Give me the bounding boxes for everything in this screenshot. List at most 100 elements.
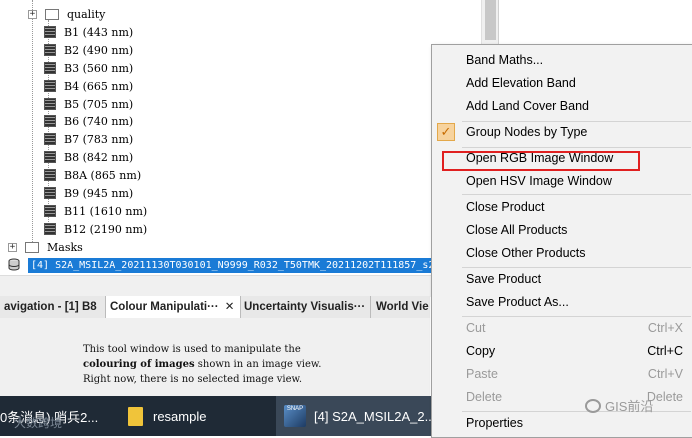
band-icon	[44, 62, 56, 74]
tree-node-label: quality	[67, 7, 106, 21]
tool-window-tabbar: avigation - [1] B8 Colour Manipulati··· …	[0, 296, 430, 319]
taskbar-item-snap[interactable]: SNAP [4] S2A_MSIL2A_2...	[276, 396, 438, 436]
band-label: B7 (783 nm)	[64, 132, 134, 146]
tab-label: Uncertainty Visualis···	[244, 301, 366, 313]
watermark: GIS前沿	[585, 396, 653, 415]
tree-node-band[interactable]: B9 (945 nm)	[44, 184, 133, 202]
expand-icon[interactable]: +	[28, 9, 37, 19]
tree-node-band[interactable]: B5 (705 nm)	[44, 95, 133, 113]
menu-item-close-all-products[interactable]: Close All Products	[432, 219, 692, 241]
tree-node-band[interactable]: B1 (443 nm)	[44, 23, 133, 41]
close-icon[interactable]: ✕	[225, 296, 235, 318]
menu-item-shortcut: Ctrl+C	[647, 344, 683, 358]
os-taskbar: 0条消息) 哨兵2... resample SNAP [4] S2A_MSIL2…	[0, 396, 438, 436]
menu-item-label: Add Land Cover Band	[466, 99, 590, 113]
menu-item-add-land-cover-band[interactable]: Add Land Cover Band	[432, 95, 692, 117]
band-label: B8 (842 nm)	[64, 150, 134, 164]
tree-node-label: Masks	[47, 240, 83, 254]
menu-item-label: Cut	[466, 321, 486, 335]
band-label: B11 (1610 nm)	[64, 204, 148, 218]
band-icon	[44, 223, 56, 235]
tree-node-band[interactable]: B8A (865 nm)	[44, 166, 141, 184]
tree-node-quality[interactable]: + quality	[28, 5, 105, 23]
menu-item-open-rgb-image-window[interactable]: Open RGB Image Window	[432, 147, 692, 169]
tab-navigation[interactable]: avigation - [1] B8	[0, 296, 106, 318]
band-label: B3 (560 nm)	[64, 61, 134, 75]
watermark-text: 大数跨境	[14, 416, 63, 430]
band-icon	[44, 80, 56, 92]
menu-item-label: Add Elevation Band	[466, 76, 576, 90]
menu-item-band-maths[interactable]: Band Maths...	[432, 49, 692, 71]
menu-item-copy[interactable]: Copy Ctrl+C	[432, 340, 692, 362]
menu-item-label: Copy	[466, 344, 496, 358]
band-label: B4 (665 nm)	[64, 79, 134, 93]
colour-manipulation-panel: This tool window is used to manipulate t…	[0, 318, 430, 396]
band-icon	[44, 169, 56, 181]
menu-item-label: Properties	[466, 416, 523, 430]
scrollbar-thumb[interactable]	[485, 0, 496, 40]
band-label: B6 (740 nm)	[64, 114, 134, 128]
menu-item-label: Delete	[466, 390, 503, 404]
help-text-line: colouring of images shown in an image vi…	[83, 359, 321, 370]
selected-product-row[interactable]: [4] S2A_MSIL2A_20211130T030101_N9999_R03…	[28, 258, 481, 273]
help-text-line: Right now, there is no selected image vi…	[83, 374, 303, 385]
menu-separator	[462, 194, 691, 195]
band-icon	[44, 151, 56, 163]
menu-item-close-product[interactable]: Close Product	[432, 196, 692, 218]
tree-node-band[interactable]: B11 (1610 nm)	[44, 202, 147, 220]
menu-item-save-product[interactable]: Save Product	[432, 268, 692, 290]
folder-icon	[25, 241, 39, 253]
tab-world-view[interactable]: World Vie	[372, 296, 434, 318]
band-icon	[44, 115, 56, 127]
tree-node-masks[interactable]: + Masks	[8, 238, 83, 256]
band-label: B9 (945 nm)	[64, 186, 134, 200]
product-database-icon	[8, 258, 20, 271]
tree-node-band[interactable]: B8 (842 nm)	[44, 148, 133, 166]
menu-item-shortcut: Ctrl+X	[647, 321, 683, 335]
taskbar-item-explorer[interactable]: resample	[120, 396, 278, 436]
tab-colour-manipulation[interactable]: Colour Manipulati··· ✕	[106, 296, 241, 318]
band-label: B5 (705 nm)	[64, 97, 134, 111]
watermark-label: GIS前沿	[605, 399, 654, 414]
tree-node-band[interactable]: B12 (2190 nm)	[44, 220, 147, 238]
tree-node-band[interactable]: B6 (740 nm)	[44, 112, 133, 130]
menu-item-properties[interactable]: Properties	[432, 412, 692, 434]
wechat-icon	[585, 398, 601, 413]
folder-icon	[128, 406, 143, 426]
menu-item-label: Save Product As...	[466, 295, 569, 309]
snap-app-icon: SNAP	[284, 405, 306, 427]
tree-node-band[interactable]: B4 (665 nm)	[44, 77, 133, 95]
menu-item-label: Paste	[466, 367, 498, 381]
menu-item-label: Open RGB Image Window	[466, 151, 614, 165]
menu-item-label: Open HSV Image Window	[466, 174, 612, 188]
context-menu: Band Maths... Add Elevation Band Add Lan…	[431, 44, 692, 438]
horizontal-scrollbar[interactable]	[0, 275, 498, 297]
checkmark-icon: ✓	[437, 123, 455, 141]
expand-icon[interactable]: +	[8, 242, 17, 252]
folder-icon	[45, 8, 59, 20]
menu-item-cut[interactable]: Cut Ctrl+X	[432, 317, 692, 339]
band-icon	[44, 98, 56, 110]
tree-node-band[interactable]: B3 (560 nm)	[44, 59, 133, 77]
help-text-rest: shown in an image view.	[194, 359, 322, 370]
tab-label: Colour Manipulati···	[110, 301, 219, 313]
menu-item-paste[interactable]: Paste Ctrl+V	[432, 363, 692, 385]
menu-item-label: Close Product	[466, 200, 545, 214]
tab-uncertainty-visualisation[interactable]: Uncertainty Visualis···	[240, 296, 371, 318]
menu-item-save-product-as[interactable]: Save Product As...	[432, 291, 692, 313]
tab-label: World Vie	[376, 301, 429, 313]
menu-item-label: Close All Products	[466, 223, 568, 237]
tree-node-band[interactable]: B2 (490 nm)	[44, 41, 133, 59]
menu-item-label: Close Other Products	[466, 246, 586, 260]
tree-node-band[interactable]: B7 (783 nm)	[44, 130, 133, 148]
band-icon	[44, 26, 56, 38]
help-text-line: This tool window is used to manipulate t…	[83, 344, 301, 355]
menu-item-close-other-products[interactable]: Close Other Products	[432, 242, 692, 264]
menu-item-group-nodes-by-type[interactable]: ✓ Group Nodes by Type	[432, 121, 692, 143]
menu-item-open-hsv-image-window[interactable]: Open HSV Image Window	[432, 170, 692, 192]
menu-item-label: Group Nodes by Type	[466, 125, 588, 139]
band-icon	[44, 205, 56, 217]
help-text-bold: colouring of images	[83, 359, 195, 370]
menu-item-add-elevation-band[interactable]: Add Elevation Band	[432, 72, 692, 94]
band-label: B8A (865 nm)	[64, 168, 142, 182]
